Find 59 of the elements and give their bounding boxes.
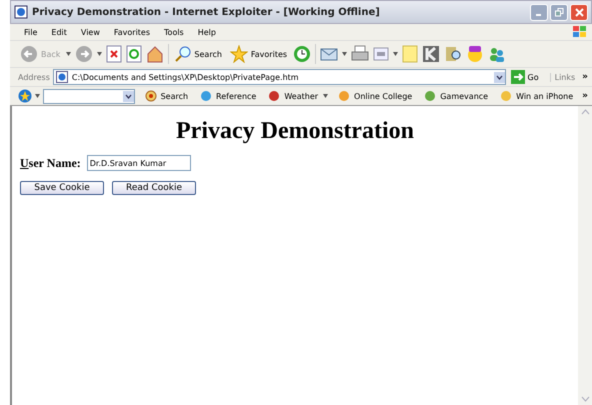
history-icon[interactable]	[293, 45, 312, 63]
search-button[interactable]: Search	[173, 46, 224, 62]
menu-item[interactable]: Edit	[45, 28, 73, 36]
menu-item[interactable]: Tools	[158, 28, 190, 36]
menu-item[interactable]: Help	[192, 28, 222, 36]
cookie-button[interactable]: Read Cookie	[112, 181, 196, 195]
ball-icon	[423, 89, 438, 103]
search-icon	[175, 46, 192, 62]
cookie-button[interactable]: Save Cookie	[20, 181, 104, 195]
star-icon	[230, 45, 248, 63]
toolbar-link[interactable]: Win an iPhone	[497, 89, 576, 103]
search-field[interactable]	[43, 88, 135, 104]
search-link[interactable]: Search	[142, 89, 190, 103]
restore-icon	[554, 8, 564, 16]
menu-item[interactable]: View	[74, 28, 106, 36]
magnifier-icon[interactable]	[444, 45, 462, 63]
target-icon	[144, 89, 158, 103]
menu-item[interactable]: File	[18, 28, 44, 36]
page-icon	[56, 71, 68, 83]
restore-button[interactable]	[550, 4, 568, 20]
address-field[interactable]: C:\Documents and Settings\XP\Desktop\PrivatePage.htm	[52, 69, 506, 85]
caret-icon[interactable]	[66, 52, 72, 56]
ball-icon	[199, 89, 214, 103]
chevron-icon[interactable]: »	[578, 91, 592, 101]
field-label: User Name:	[20, 156, 81, 170]
window-title: Privacy Demonstration - Internet Exploiter - [Working Offline]	[32, 6, 381, 18]
user-name-input[interactable]: Dr.D.Sravan Kumar	[86, 155, 191, 171]
toolbar-link[interactable]: Online College	[335, 89, 414, 103]
go-button[interactable]: Go	[508, 70, 541, 84]
caret-icon[interactable]	[35, 94, 40, 98]
stop-icon[interactable]	[106, 45, 122, 63]
star-badge-icon[interactable]	[18, 89, 32, 103]
address-label: Address	[18, 72, 50, 82]
favorites-button[interactable]: Favorites	[228, 45, 290, 63]
toolbar-link[interactable]: Gamevance	[421, 89, 490, 103]
page-heading: Privacy Demonstration	[175, 118, 415, 145]
minimize-button[interactable]	[530, 4, 548, 20]
print-icon[interactable]	[351, 45, 370, 63]
ball-icon	[337, 89, 352, 103]
caret-icon[interactable]	[97, 52, 102, 56]
k-logo-icon[interactable]	[422, 45, 440, 63]
menu-item[interactable]: Favorites	[108, 28, 156, 36]
refresh-icon[interactable]	[126, 45, 142, 63]
toolbar-link[interactable]: Reference	[197, 89, 258, 103]
links-label[interactable]: Links	[550, 72, 576, 82]
toolbar-link[interactable]: Weather	[265, 89, 320, 103]
caret-icon[interactable]	[342, 52, 348, 56]
browser-icon	[14, 5, 28, 19]
people-icon[interactable]	[488, 45, 506, 63]
windows-flag-icon	[572, 25, 588, 39]
ball-icon	[267, 89, 282, 103]
arrow-icon	[510, 70, 525, 84]
chevron-icon[interactable]: »	[578, 72, 592, 82]
caret-icon[interactable]	[393, 52, 398, 56]
home-icon[interactable]	[146, 45, 164, 63]
caret-icon[interactable]	[323, 94, 328, 98]
close-button[interactable]	[570, 4, 588, 20]
ball-icon	[499, 89, 514, 103]
close-icon	[574, 8, 584, 16]
